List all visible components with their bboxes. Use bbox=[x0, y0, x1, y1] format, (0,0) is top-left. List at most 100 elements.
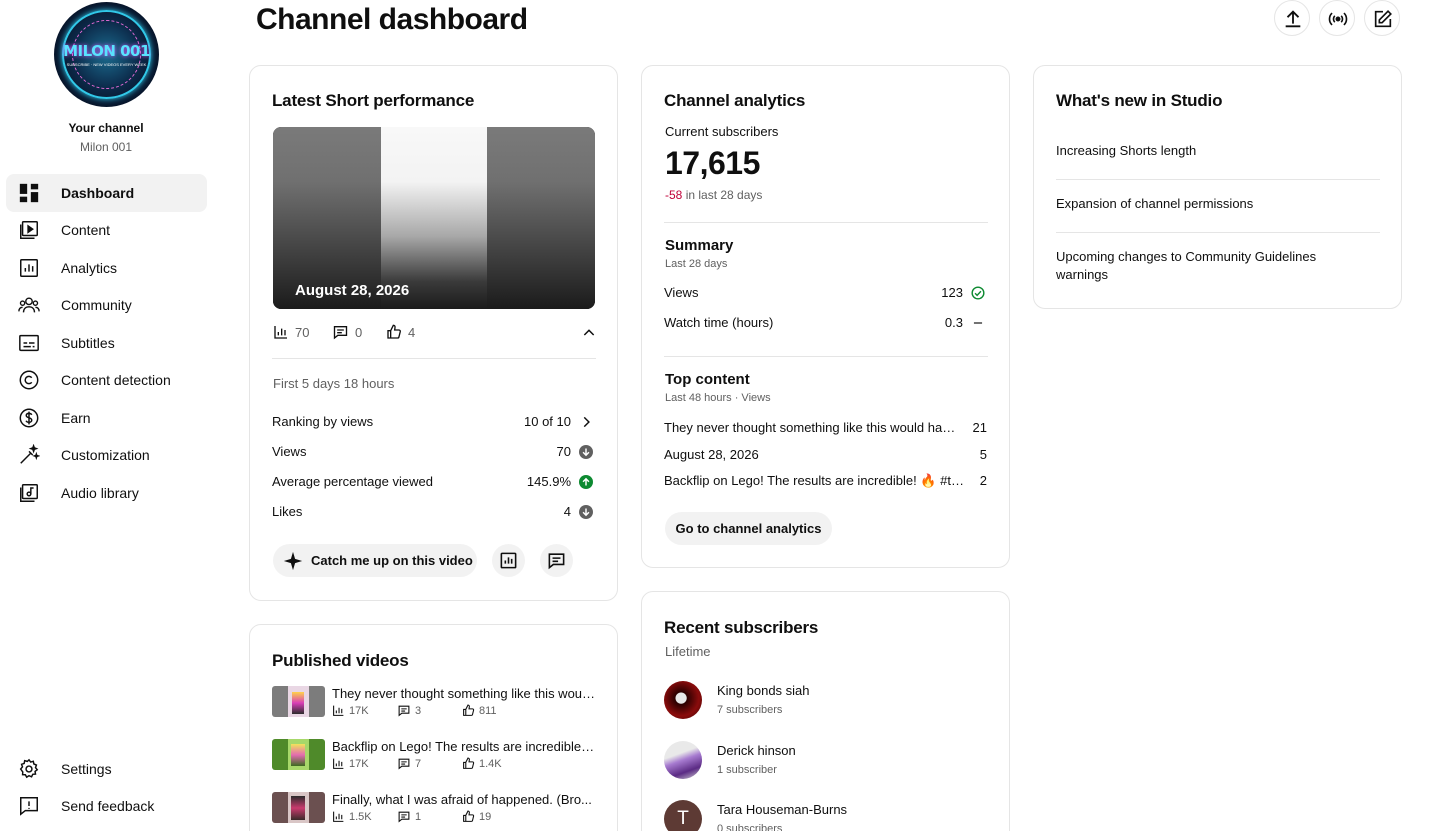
card-title: Latest Short performance bbox=[272, 91, 475, 110]
summary-title: Summary bbox=[665, 237, 734, 254]
row-value: 0.3 bbox=[944, 315, 963, 330]
video-likes-value: 1.4K bbox=[479, 757, 502, 770]
avatar-logo-subtext: SUBSCRIBE · NEW VIDEOS EVERY WEEK bbox=[66, 62, 147, 67]
card-title: What's new in Studio bbox=[1056, 91, 1223, 110]
go-to-channel-analytics-button[interactable]: Go to channel analytics bbox=[665, 512, 832, 545]
channel-name[interactable]: Milon 001 bbox=[0, 140, 212, 154]
news-item[interactable]: Increasing Shorts length bbox=[1056, 142, 1378, 160]
short-comments-stat: 0 bbox=[332, 324, 362, 340]
sidebar-item-earn[interactable]: Earn bbox=[6, 399, 207, 437]
analytics-icon bbox=[20, 259, 38, 277]
subscriber-count: 7 subscribers bbox=[717, 704, 783, 716]
short-thumbnail[interactable]: August 28, 2026 bbox=[273, 127, 595, 309]
sidebar-item-customization[interactable]: Customization bbox=[6, 436, 207, 474]
top-content-row[interactable]: They never thought something like this w… bbox=[664, 420, 987, 440]
upload-button[interactable] bbox=[1274, 0, 1310, 36]
video-views: 17K bbox=[332, 704, 369, 717]
list-item[interactable]: Backflip on Lego! The results are incred… bbox=[272, 739, 596, 773]
thumbs-up-icon bbox=[387, 324, 401, 339]
content-icon bbox=[20, 221, 38, 239]
top-content-title-text: They never thought something like this w… bbox=[664, 420, 962, 435]
video-comments: 3 bbox=[397, 704, 421, 717]
news-item[interactable]: Upcoming changes to Community Guidelines… bbox=[1056, 248, 1346, 284]
ranking-row[interactable]: Ranking by views 10 of 10 bbox=[272, 414, 595, 434]
top-content-value: 21 bbox=[972, 420, 987, 435]
video-thumbnail bbox=[272, 739, 325, 770]
row-value: 10 of 10 bbox=[524, 414, 571, 429]
top-content-row[interactable]: Backflip on Lego! The results are incred… bbox=[664, 473, 987, 493]
subscribers-change-period: in last 28 days bbox=[685, 188, 763, 202]
sidebar-item-content[interactable]: Content bbox=[6, 211, 207, 249]
video-comments: 7 bbox=[397, 757, 421, 770]
video-likes-value: 811 bbox=[479, 704, 497, 717]
short-comments-value: 0 bbox=[355, 324, 363, 340]
top-content-value: 2 bbox=[979, 473, 987, 488]
top-content-row[interactable]: August 28, 2026 5 bbox=[664, 447, 987, 467]
comment-icon bbox=[398, 811, 410, 823]
news-item[interactable]: Expansion of channel permissions bbox=[1056, 195, 1378, 213]
short-analytics-button[interactable] bbox=[492, 544, 525, 577]
sidebar-item-content-detection[interactable]: Content detection bbox=[6, 361, 207, 399]
divider bbox=[664, 356, 988, 357]
sidebar-item-settings[interactable]: Settings bbox=[6, 750, 207, 788]
list-item[interactable]: They never thought something like this w… bbox=[272, 686, 596, 720]
sidebar-item-label: Subtitles bbox=[61, 335, 115, 351]
row-value: 70 bbox=[556, 444, 571, 459]
sidebar-item-label: Content detection bbox=[61, 372, 171, 388]
edit-icon bbox=[1374, 10, 1392, 28]
feedback-icon bbox=[20, 797, 38, 816]
row-label: Ranking by views bbox=[272, 414, 374, 429]
divider bbox=[1056, 232, 1380, 233]
check-circle-icon bbox=[971, 286, 985, 300]
sidebar-item-subtitles[interactable]: Subtitles bbox=[6, 324, 207, 362]
list-item[interactable]: Finally, what I was afraid of happened. … bbox=[272, 792, 596, 826]
video-views-value: 17K bbox=[349, 704, 369, 717]
video-comments-value: 1 bbox=[415, 810, 422, 823]
row-value: 145.9% bbox=[526, 474, 571, 489]
subscriber-name: Derick hinson bbox=[717, 743, 796, 758]
short-likes-stat: 4 bbox=[386, 324, 415, 340]
subtitles-icon bbox=[19, 334, 39, 352]
avg-percentage-row: Average percentage viewed 145.9% bbox=[272, 474, 595, 494]
channel-avatar[interactable]: MILON 001 SUBSCRIBE · NEW VIDEOS EVERY W… bbox=[54, 2, 159, 107]
card-title: Published videos bbox=[272, 651, 409, 670]
short-likes-value: 4 bbox=[408, 324, 416, 340]
avatar-logo-text: MILON 001 bbox=[63, 42, 150, 60]
arrow-up-circle-icon bbox=[579, 475, 593, 489]
list-item[interactable]: King bonds siah 7 subscribers bbox=[664, 681, 964, 721]
list-item[interactable]: T Tara Houseman-Burns 0 subscribers bbox=[664, 800, 964, 831]
published-videos-card: Published videos They never thought some… bbox=[249, 624, 618, 831]
bar-chart-icon bbox=[333, 758, 344, 769]
sidebar-item-community[interactable]: Community bbox=[6, 286, 207, 324]
subscriber-count: 1 subscriber bbox=[717, 764, 777, 776]
sparkle-icon bbox=[283, 551, 303, 570]
list-item[interactable]: Derick hinson 1 subscriber bbox=[664, 741, 964, 781]
avatar: T bbox=[664, 800, 702, 831]
recent-subscribers-card: Recent subscribers Lifetime King bonds s… bbox=[641, 591, 1010, 831]
sidebar-item-audio-library[interactable]: Audio library bbox=[6, 474, 207, 512]
bar-chart-icon bbox=[333, 705, 344, 716]
video-title: They never thought something like this w… bbox=[332, 686, 596, 701]
divider bbox=[272, 358, 596, 359]
magic-wand-icon bbox=[20, 444, 40, 464]
go-live-button[interactable] bbox=[1319, 0, 1355, 36]
comment-icon bbox=[398, 705, 410, 717]
chevron-up-icon[interactable] bbox=[581, 325, 597, 341]
sidebar-item-send-feedback[interactable]: Send feedback bbox=[6, 787, 207, 825]
video-views-value: 1.5K bbox=[349, 810, 372, 823]
sidebar-item-label: Settings bbox=[61, 761, 112, 777]
sidebar-item-dashboard[interactable]: Dashboard bbox=[6, 174, 207, 212]
dollar-icon bbox=[19, 408, 39, 428]
live-icon bbox=[1328, 12, 1348, 26]
comment-icon bbox=[398, 758, 410, 770]
video-likes-value: 19 bbox=[479, 810, 492, 823]
video-comments-value: 3 bbox=[415, 704, 422, 717]
catch-me-up-button[interactable]: Catch me up on this video bbox=[273, 544, 477, 577]
latest-short-card: Latest Short performance August 28, 2026… bbox=[249, 65, 618, 601]
sidebar-item-analytics[interactable]: Analytics bbox=[6, 249, 207, 287]
short-comments-button[interactable] bbox=[540, 544, 573, 577]
thumbs-up-icon bbox=[463, 704, 475, 716]
top-content-title-text: August 28, 2026 bbox=[664, 447, 759, 462]
create-post-button[interactable] bbox=[1364, 0, 1400, 36]
avatar bbox=[664, 681, 702, 719]
